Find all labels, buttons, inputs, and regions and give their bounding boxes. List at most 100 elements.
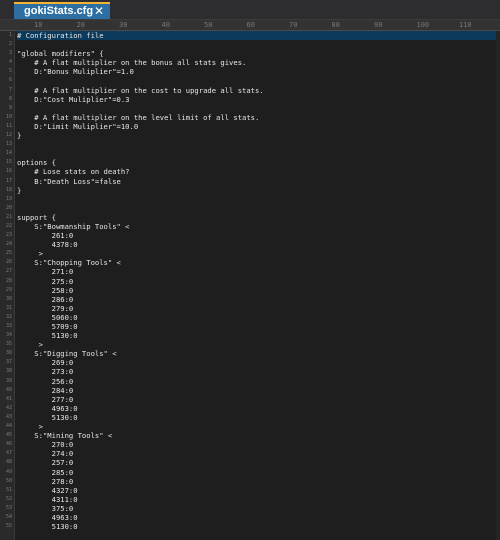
code-line: S:"Chopping Tools" < bbox=[17, 258, 121, 268]
code-line: 4327:0 bbox=[17, 485, 78, 495]
ruler-number: 110 bbox=[459, 21, 472, 29]
line-number: 5 bbox=[8, 68, 12, 75]
code-line: 271:0 bbox=[17, 267, 74, 277]
line-number: 28 bbox=[5, 277, 12, 284]
code-line: support { bbox=[17, 212, 56, 222]
line-number: 20 bbox=[5, 204, 12, 211]
code-line: } bbox=[17, 131, 22, 141]
line-number: 40 bbox=[5, 386, 12, 393]
code-editor[interactable]: # Configuration file "global modifiers" {… bbox=[17, 31, 500, 540]
code-line: B:"Death Loss"=false bbox=[17, 176, 121, 186]
line-number: 18 bbox=[5, 186, 12, 193]
line-number: 39 bbox=[5, 377, 12, 384]
code-line: D:"Bonus Muliplier"=1.0 bbox=[17, 67, 134, 77]
code-line: options { bbox=[17, 158, 56, 168]
line-number: 47 bbox=[5, 450, 12, 457]
code-line: 375:0 bbox=[17, 503, 74, 513]
tab-bar: gokiStats.cfg ✕ bbox=[0, 0, 500, 20]
line-number: 9 bbox=[8, 104, 12, 111]
line-number: 8 bbox=[8, 95, 12, 102]
line-number: 25 bbox=[5, 250, 12, 257]
code-line: "global modifiers" { bbox=[17, 49, 104, 59]
line-number: 49 bbox=[5, 468, 12, 475]
line-number: 54 bbox=[5, 513, 12, 520]
code-line: # Lose stats on death? bbox=[17, 167, 130, 177]
line-number: 46 bbox=[5, 441, 12, 448]
line-number: 37 bbox=[5, 359, 12, 366]
line-number: 7 bbox=[8, 86, 12, 93]
code-line: 4963:0 bbox=[17, 403, 78, 413]
code-line: > bbox=[17, 422, 43, 432]
code-line: D:"Limit Muliplier"=10.0 bbox=[17, 121, 139, 131]
line-number: 41 bbox=[5, 395, 12, 402]
code-line: # A flat multiplier on the bonus all sta… bbox=[17, 58, 247, 68]
code-line: 286:0 bbox=[17, 294, 74, 304]
code-line: 270:0 bbox=[17, 440, 74, 450]
ruler-number: 10 bbox=[34, 21, 43, 29]
line-number: 51 bbox=[5, 486, 12, 493]
ruler-number: 60 bbox=[246, 21, 255, 29]
code-line: S:"Mining Tools" < bbox=[17, 431, 113, 441]
line-number: 35 bbox=[5, 341, 12, 348]
code-line: # A flat multiplier on the level limit o… bbox=[17, 112, 260, 122]
line-number: 27 bbox=[5, 268, 12, 275]
code-line: 5130:0 bbox=[17, 331, 78, 341]
ruler-number: 80 bbox=[331, 21, 340, 29]
code-line: > bbox=[17, 340, 43, 350]
vertical-scrollbar[interactable] bbox=[496, 31, 500, 540]
line-number: 34 bbox=[5, 332, 12, 339]
line-number: 6 bbox=[8, 77, 12, 84]
code-line: 4378:0 bbox=[17, 240, 78, 250]
line-number: 1 bbox=[8, 32, 12, 38]
line-number-gutter: 1 2 3 4 5 6 7 8 9 10 11 12 13 14 15 16 17 18 19 20 21 22 23 24 2… bbox=[0, 31, 15, 540]
ruler-number: 20 bbox=[76, 21, 85, 29]
tab-title: gokiStats.cfg bbox=[24, 5, 94, 17]
code-line: } bbox=[17, 185, 22, 195]
line-number: 12 bbox=[5, 132, 12, 139]
code-line: 5130:0 bbox=[17, 522, 78, 532]
line-number: 50 bbox=[5, 477, 12, 484]
code-line: 285:0 bbox=[17, 467, 74, 477]
code-line: 275:0 bbox=[17, 276, 74, 286]
line-number: 24 bbox=[5, 241, 12, 248]
line-number: 43 bbox=[5, 413, 12, 420]
ruler-number: 70 bbox=[289, 21, 298, 29]
code-line: 274:0 bbox=[17, 449, 74, 459]
line-number: 17 bbox=[5, 177, 12, 184]
code-line: S:"Digging Tools" < bbox=[17, 349, 117, 359]
line-number: 4 bbox=[8, 59, 12, 66]
column-ruler: 10 20 30 40 50 60 70 80 90 100 110 bbox=[0, 20, 500, 31]
line-number: 31 bbox=[5, 304, 12, 311]
line-number: 30 bbox=[5, 295, 12, 302]
line-number: 22 bbox=[5, 222, 12, 229]
ruler-number: 30 bbox=[119, 21, 128, 29]
line-number: 29 bbox=[5, 286, 12, 293]
line-number: 48 bbox=[5, 459, 12, 466]
line-number: 23 bbox=[5, 232, 12, 239]
ruler-number: 50 bbox=[204, 21, 213, 29]
tab-gokistats-cfg[interactable]: gokiStats.cfg ✕ bbox=[14, 2, 110, 19]
line-number: 45 bbox=[5, 432, 12, 439]
line-number: 55 bbox=[5, 523, 12, 530]
code-line: 273:0 bbox=[17, 367, 74, 377]
code-line: 4311:0 bbox=[17, 494, 78, 504]
line-number: 32 bbox=[5, 313, 12, 320]
code-line: 261:0 bbox=[17, 231, 74, 241]
code-line: 257:0 bbox=[17, 458, 74, 468]
code-line: 284:0 bbox=[17, 385, 74, 395]
code-line: 4963:0 bbox=[17, 512, 78, 522]
code-line: # A flat multiplier on the cost to upgra… bbox=[17, 85, 264, 95]
line-number: 44 bbox=[5, 423, 12, 430]
code-line: 279:0 bbox=[17, 303, 74, 313]
line-number: 53 bbox=[5, 504, 12, 511]
line-number: 26 bbox=[5, 259, 12, 266]
close-icon[interactable]: ✕ bbox=[94, 4, 104, 18]
code-line: 278:0 bbox=[17, 476, 74, 486]
ruler-number: 40 bbox=[161, 21, 170, 29]
